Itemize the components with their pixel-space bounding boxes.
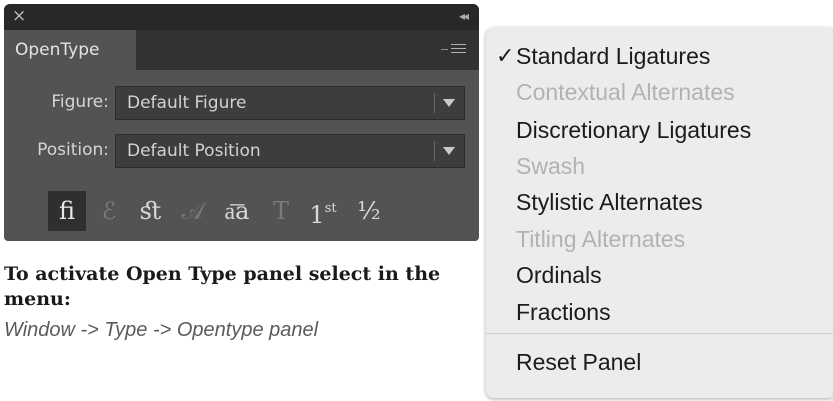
- panel-titlebar: × ◂◂: [4, 4, 479, 30]
- menu-separator: [486, 333, 833, 334]
- position-label: Position:: [37, 140, 109, 160]
- select-divider: [434, 141, 435, 161]
- swash-button[interactable]: 𝒜: [174, 191, 212, 231]
- figure-select-value: Default Figure: [127, 93, 247, 113]
- menu-item-swash: Swash: [516, 153, 586, 179]
- opentype-glyph-buttons: ﬁ ℰ ﬆ 𝒜 a͞a T 1st ½: [4, 191, 479, 235]
- menu-item-discretionary-ligatures[interactable]: Discretionary Ligatures: [516, 116, 751, 144]
- caption-title: To activate Open Type panel select in th…: [4, 263, 441, 310]
- select-divider: [434, 93, 435, 113]
- collapse-icon[interactable]: ◂◂: [459, 9, 469, 23]
- close-icon[interactable]: ×: [12, 6, 26, 26]
- ordinals-button[interactable]: 1st: [304, 191, 342, 231]
- figure-select[interactable]: Default Figure: [115, 86, 465, 120]
- menu-item-reset-panel[interactable]: Reset Panel: [516, 348, 641, 376]
- stylistic-alternates-button[interactable]: a͞a: [218, 191, 256, 231]
- contextual-alternates-button[interactable]: ℰ: [90, 191, 128, 231]
- fractions-button[interactable]: ½: [350, 191, 388, 231]
- position-select[interactable]: Default Position: [115, 134, 465, 168]
- menu-item-titling-alternates: Titling Alternates: [516, 226, 686, 252]
- menu-item-standard-ligatures[interactable]: Standard Ligatures: [516, 42, 710, 70]
- menu-item-fractions[interactable]: Fractions: [516, 298, 611, 326]
- opentype-panel: × ◂◂ OpenType Figure: Default Figure Pos…: [4, 4, 479, 241]
- chevron-down-icon: [443, 99, 455, 107]
- menu-item-contextual-alternates: Contextual Alternates: [516, 79, 735, 105]
- opentype-options-menu: ✓ Standard Ligatures Contextual Alternat…: [486, 28, 833, 398]
- checkmark-icon: ✓: [496, 43, 515, 68]
- menu-item-ordinals[interactable]: Ordinals: [516, 261, 602, 289]
- tab-opentype[interactable]: OpenType: [4, 30, 136, 70]
- chevron-down-icon: [443, 147, 455, 155]
- standard-ligatures-button[interactable]: ﬁ: [48, 191, 86, 231]
- titling-alternates-button[interactable]: T: [262, 191, 300, 231]
- discretionary-ligatures-button[interactable]: ﬆ: [132, 191, 170, 231]
- panel-menu-icon[interactable]: [439, 42, 469, 58]
- tab-strip: OpenType: [4, 30, 479, 70]
- position-select-value: Default Position: [127, 141, 261, 161]
- caption-menu-path: Window -> Type -> Opentype panel: [4, 319, 319, 341]
- figure-label: Figure:: [51, 92, 109, 112]
- menu-item-stylistic-alternates[interactable]: Stylistic Alternates: [516, 188, 703, 216]
